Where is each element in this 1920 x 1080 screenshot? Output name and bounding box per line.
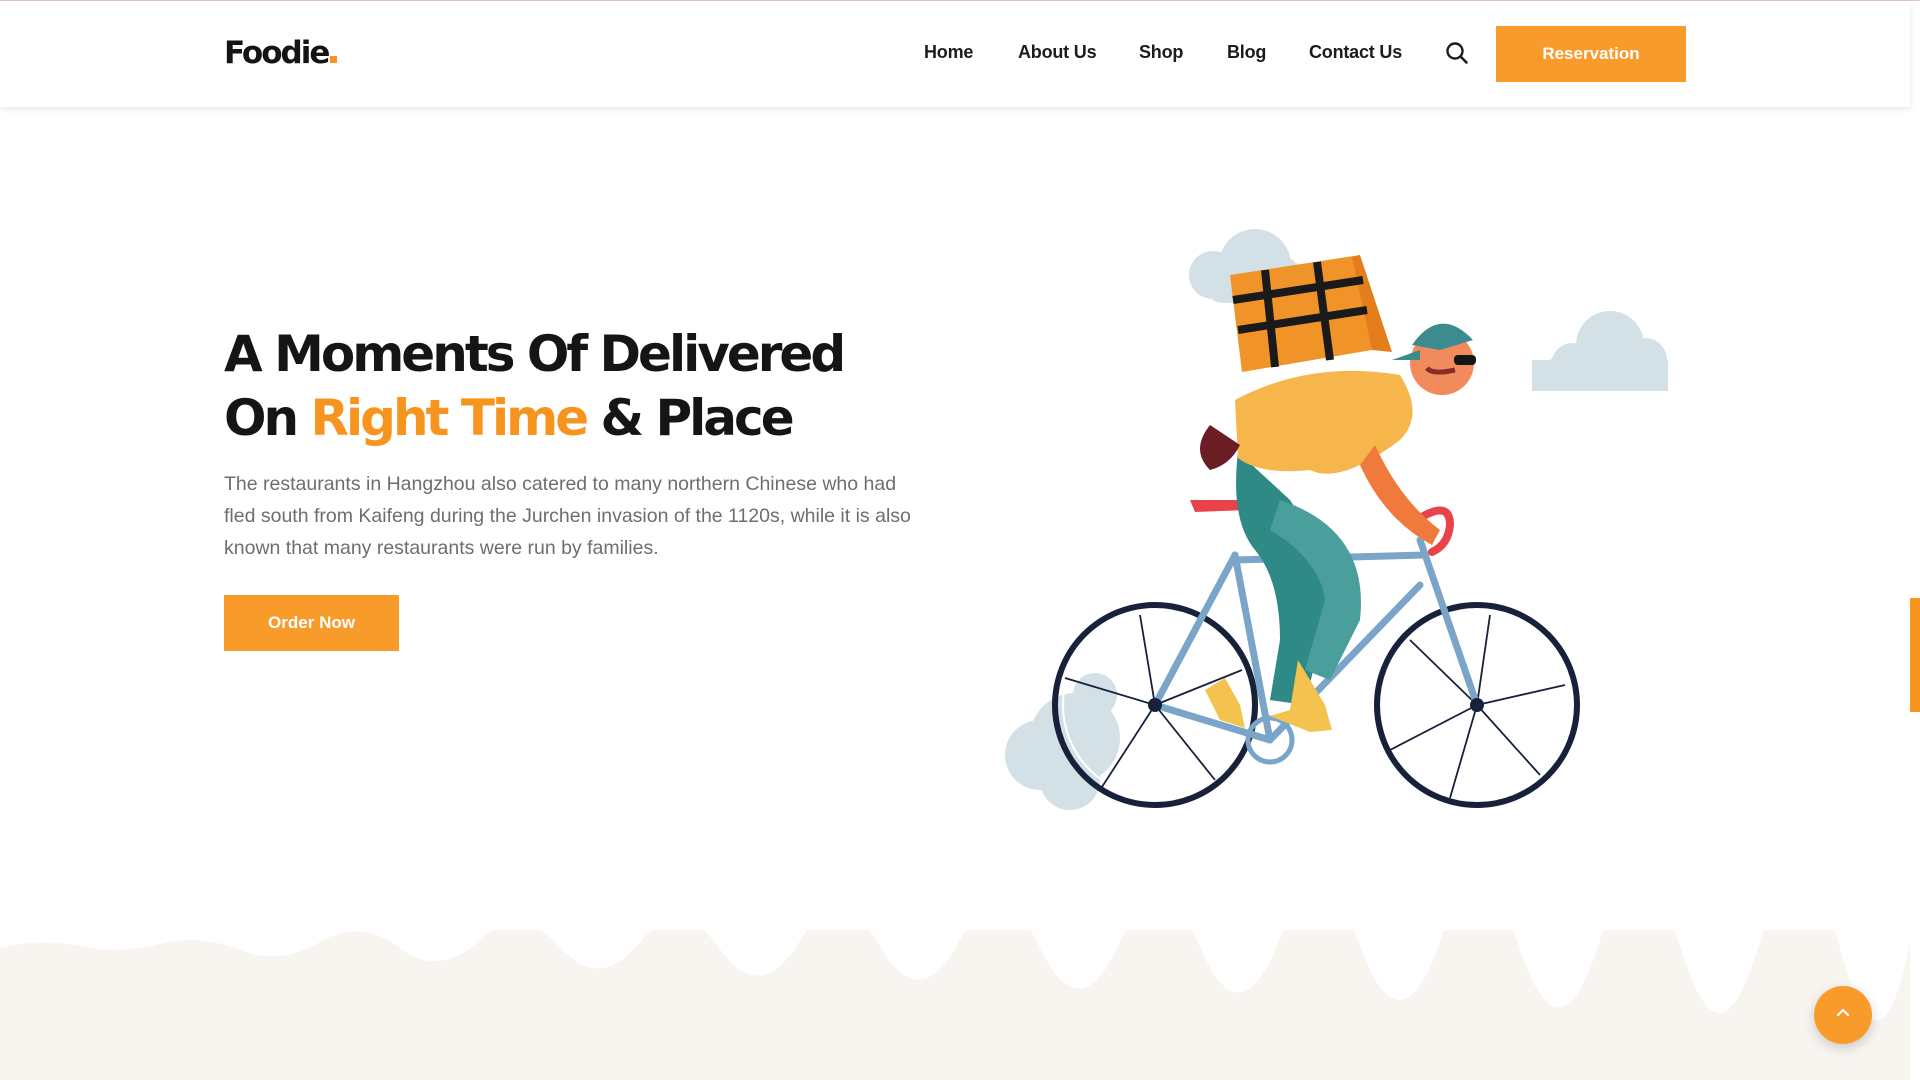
hero-title-accent: Right Time (310, 389, 590, 447)
hero-title-line2-end: & Place (586, 389, 795, 447)
hero-title-line2-start: On (224, 389, 311, 447)
nav-shop[interactable]: Shop (1139, 42, 1183, 63)
site-header: Foodie Home About Us Shop Blog Contact U… (0, 1, 1910, 107)
nav-blog[interactable]: Blog (1227, 42, 1266, 63)
bottom-section-band (0, 872, 1910, 1080)
delivery-cyclist-illustration (980, 200, 1700, 840)
order-now-button[interactable]: Order Now (224, 595, 399, 651)
cloud-right (1532, 311, 1668, 391)
nav-home[interactable]: Home (924, 42, 973, 63)
nav-contact-us[interactable]: Contact Us (1309, 42, 1402, 63)
hero-title: A Moments Of Delivered On Right Time & P… (224, 322, 944, 450)
back-to-top-button[interactable] (1814, 986, 1872, 1044)
logo-dot (330, 56, 338, 63)
chevron-up-icon (1834, 1004, 1852, 1027)
scrollbar-thumb[interactable] (1910, 598, 1920, 712)
hero-title-line1: A Moments Of Delivered (224, 325, 846, 383)
logo-text: Foodie (224, 35, 330, 71)
site-logo[interactable]: Foodie (224, 33, 338, 73)
delivery-box (1230, 255, 1392, 372)
reservation-button[interactable]: Reservation (1496, 26, 1686, 82)
nav-about-us[interactable]: About Us (1018, 42, 1097, 63)
hero-description: The restaurants in Hangzhou also catered… (224, 473, 911, 559)
search-icon[interactable] (1444, 40, 1470, 66)
